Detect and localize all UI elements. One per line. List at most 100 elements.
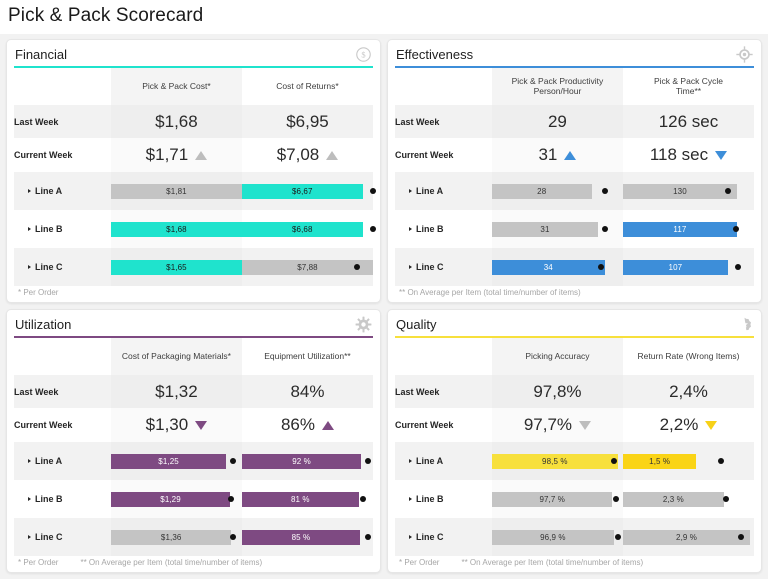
bar-value: 96,9 % [540, 532, 566, 542]
trend-up-icon [564, 150, 577, 160]
bar-fill[interactable]: $6,67 [241, 183, 363, 199]
bullet-icon [409, 226, 412, 231]
trend-down-icon [705, 420, 718, 430]
metric-value-cell: 29 [491, 104, 623, 139]
target-icon[interactable] [736, 46, 753, 63]
table-row: Line C 34 107 [395, 248, 754, 286]
svg-text:$: $ [361, 50, 365, 60]
target-marker-dot [359, 496, 366, 503]
dollar-circle-icon[interactable]: $ [355, 46, 372, 63]
bar-fill[interactable]: 92 % [241, 453, 362, 469]
star-badge-icon[interactable] [736, 316, 753, 333]
bar-track: $6,68 [241, 221, 376, 237]
panel-header: Quality [395, 310, 754, 338]
gear-icon[interactable] [355, 316, 372, 333]
panel-footnotes: * Per Order ** On Average per Item (total… [14, 556, 373, 572]
bar-value: 81 % [290, 494, 310, 504]
bullet-icon [28, 264, 31, 269]
metric-value-cell: 118 sec [623, 138, 754, 172]
column-header-1: Pick & Pack Cost* [110, 68, 242, 105]
panel-footnotes: ** On Average per Item (total time/numbe… [395, 286, 754, 302]
metric-value: 86% [280, 415, 315, 435]
bar-cell: 31 [491, 210, 623, 248]
bullet-icon [409, 458, 412, 463]
footnote: * Per Order [399, 558, 440, 567]
bar-cell: $6,67 [241, 172, 376, 211]
bar-cell: $1,68 [110, 210, 242, 248]
bar-fill[interactable]: $1,25 [110, 453, 227, 469]
bar-fill[interactable]: 1,5 % [622, 453, 697, 469]
bar-track: 130 [622, 183, 754, 199]
metric-value: 97,7% [523, 415, 573, 435]
bar-cell: $6,68 [241, 210, 376, 248]
bar-fill[interactable]: 117 [622, 221, 737, 237]
row-label-line: Line C [14, 248, 111, 286]
bar-cell: 28 [491, 172, 623, 211]
corner-cell [14, 68, 111, 105]
bar-track: $1,25 [110, 453, 242, 469]
row-last-week: Last Week $1,32 84% [14, 374, 373, 409]
bar-fill[interactable]: 34 [491, 259, 605, 275]
bar-track: $1,29 [110, 491, 242, 507]
metric-value: 97,8% [533, 381, 582, 401]
bar-value: 97,7 % [539, 494, 565, 504]
column-header-2: Pick & Pack Cycle Time** [623, 68, 754, 105]
row-last-week: Last Week $1,68 $6,95 [14, 104, 373, 139]
row-current-week: Current Week $1,71 $7,08 [14, 138, 373, 173]
bar-track: $1,81 [110, 183, 242, 199]
metric-value-cell: 126 sec [622, 104, 754, 139]
target-marker-dot [732, 226, 739, 233]
panel-utilization: Utilization Cost of Packaging Materials* E… [6, 309, 381, 573]
column-header-2: Equipment Utilization** [242, 338, 373, 375]
target-marker-dot [601, 226, 608, 233]
metric-value-cell: $6,95 [241, 104, 373, 139]
column-header-line: Equipment Utilization** [264, 351, 351, 362]
metric-value: 2,2% [659, 415, 699, 435]
metric-value-cell: 97,8% [491, 374, 623, 409]
row-current-week: Current Week 97,7% 2,2% [395, 408, 754, 443]
footnote: * Per Order [18, 288, 59, 297]
bar-fill[interactable]: 81 % [241, 491, 359, 507]
table-row: Line B 97,7 % 2,3 % [395, 480, 754, 518]
table-row: Line B 31 117 [395, 210, 754, 248]
bullet-icon [28, 188, 31, 193]
column-header-1: Picking Accuracy [491, 338, 623, 375]
target-marker-dot [718, 458, 725, 465]
bar-value: 130 [673, 186, 687, 196]
row-label: Current Week [395, 420, 454, 431]
bar-fill[interactable]: $1,29 [110, 491, 231, 507]
target-marker-dot [229, 534, 236, 540]
bar-fill[interactable]: 31 [491, 221, 599, 237]
bar-fill[interactable]: 107 [622, 259, 728, 275]
bar-fill[interactable]: $1,81 [110, 183, 242, 199]
bar-fill[interactable]: $6,68 [241, 221, 363, 237]
bar-fill[interactable]: 2,9 % [622, 529, 751, 545]
target-marker-dot [735, 264, 742, 270]
scorecard-page: Pick & Pack Scorecard Financial $ Pick & P… [0, 0, 768, 579]
bullet-icon [28, 496, 31, 501]
bar-fill[interactable]: 130 [622, 183, 737, 199]
bar-fill[interactable]: $1,68 [110, 221, 242, 237]
bar-fill[interactable]: $1,36 [110, 529, 232, 545]
bar-fill[interactable]: 97,7 % [491, 491, 613, 507]
table-row: Line A 28 130 [395, 172, 754, 211]
bar-fill[interactable]: $1,65 [110, 259, 242, 275]
row-label-line: Line C [14, 518, 111, 556]
row-label: Current Week [14, 420, 73, 431]
bullet-icon [28, 458, 31, 463]
bar-fill[interactable]: 96,9 % [491, 529, 614, 545]
target-marker-dot [370, 226, 376, 233]
bar-value: 117 [673, 224, 687, 234]
bar-fill[interactable]: 85 % [241, 529, 360, 545]
bar-fill[interactable]: 28 [491, 183, 592, 199]
bullet-icon [409, 534, 412, 539]
bar-fill[interactable]: 98,5 % [491, 453, 618, 469]
bullet-icon [28, 226, 31, 231]
column-header-1: Cost of Packaging Materials* [110, 338, 242, 375]
table-row: Line A $1,81 $6,67 [14, 172, 376, 211]
bullet-icon [28, 534, 31, 539]
column-header-line: Cost of Returns* [276, 81, 339, 92]
row-label-line: Line A [395, 172, 492, 211]
bar-fill[interactable]: 2,3 % [622, 491, 724, 507]
target-marker-dot [364, 458, 371, 465]
